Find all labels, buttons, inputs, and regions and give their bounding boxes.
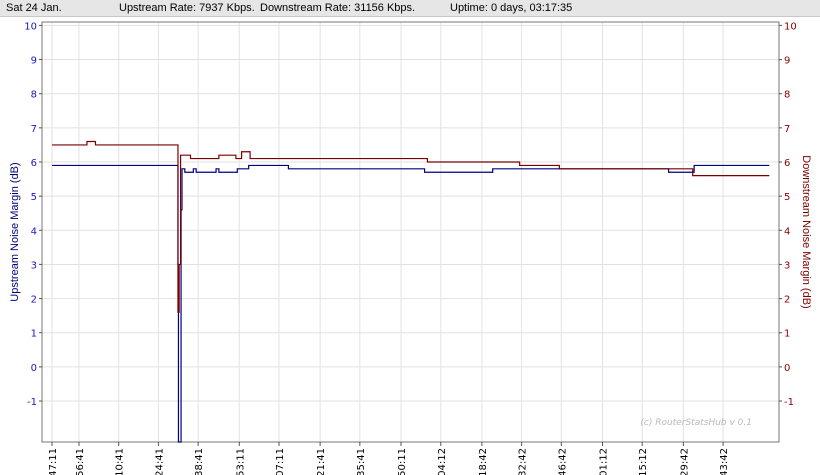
- upstream-rate-label: Upstream Rate: 7937 Kbps.: [119, 2, 255, 14]
- credit-text: (c) RouterStatsHub v 0.1: [640, 418, 752, 428]
- x-tick-label: 14:21:41: [316, 448, 327, 475]
- left-tick-label: 3: [31, 260, 37, 271]
- x-tick-label: 16:29:42: [679, 448, 690, 475]
- x-tick-label: 15:18:42: [478, 448, 489, 475]
- downstream-series-line: [52, 140, 770, 313]
- right-tick-label: 1: [784, 329, 790, 340]
- x-tick-label: 15:46:42: [557, 448, 568, 475]
- status-header: Sat 24 Jan. Upstream Rate: 7937 Kbps. Do…: [0, 0, 820, 17]
- x-tick-label: 14:50:11: [397, 448, 408, 475]
- noise-margin-chart: -1012345678910 -1012345678910 12:47:11 12…: [9, 21, 812, 475]
- x-tick-label: 13:38:41: [194, 448, 205, 475]
- x-tick-label: 13:53:11: [235, 448, 246, 475]
- left-tick-label: 9: [31, 56, 37, 67]
- series-lines: [52, 140, 770, 443]
- x-tick-label: 13:24:41: [154, 448, 165, 475]
- left-axis-label: Upstream Noise Margin (dB): [9, 162, 21, 301]
- right-y-ticks: -1 0 1 2 3 4 5 6 7 8 9 10: [779, 21, 797, 408]
- left-tick-label: 4: [31, 226, 37, 237]
- right-tick-label: 3: [784, 260, 790, 271]
- right-tick-label: 10: [784, 21, 797, 32]
- right-tick-label: 9: [784, 56, 790, 67]
- left-tick-label: -1: [27, 397, 37, 408]
- right-tick-label: 2: [784, 295, 790, 306]
- x-tick-label: 16:01:12: [598, 448, 609, 475]
- x-tick-label: 12:56:41: [75, 448, 86, 475]
- right-tick-label: 7: [784, 124, 790, 135]
- right-tick-label: 5: [784, 192, 790, 203]
- x-tick-label: 14:35:41: [356, 448, 367, 475]
- x-tick-label: 16:15:12: [638, 448, 649, 475]
- right-axis-label: Downstream Noise Margin (dB): [800, 155, 812, 308]
- left-tick-label: 8: [31, 90, 37, 101]
- uptime-label: Uptime: 0 days, 03:17:35: [450, 2, 573, 14]
- right-tick-label: -1: [784, 397, 794, 408]
- plot-frame: [41, 21, 780, 443]
- left-tick-label: 10: [24, 21, 37, 32]
- right-tick-label: 0: [784, 363, 790, 374]
- left-y-ticks: -1 0 1 2 3 4 5 6 7 8 9 10: [24, 21, 42, 408]
- x-tick-label: 16:43:42: [719, 448, 730, 475]
- right-tick-label: 8: [784, 90, 790, 101]
- right-tick-label: 4: [784, 226, 790, 237]
- x-tick-label: 15:32:42: [518, 448, 529, 475]
- x-tick-label: 15:04:12: [437, 448, 448, 475]
- grid-lines: [42, 22, 779, 442]
- left-tick-label: 5: [31, 192, 37, 203]
- left-tick-label: 2: [31, 295, 37, 306]
- left-tick-label: 1: [31, 329, 37, 340]
- x-tick-label: 13:10:41: [115, 448, 126, 475]
- upstream-series-line: [52, 164, 770, 443]
- downstream-rate-label: Downstream Rate: 31156 Kbps.: [260, 2, 416, 14]
- left-tick-label: 7: [31, 124, 37, 135]
- left-tick-label: 0: [31, 363, 37, 374]
- date-label: Sat 24 Jan.: [6, 2, 62, 14]
- x-tick-label: 14:07:11: [275, 448, 286, 475]
- x-ticks: 12:47:11 12:56:41 13:10:41 13:24:41 13:38:41…: [48, 442, 730, 475]
- left-tick-label: 6: [31, 158, 37, 169]
- x-tick-label: 12:47:11: [48, 448, 59, 475]
- right-tick-label: 6: [784, 158, 790, 169]
